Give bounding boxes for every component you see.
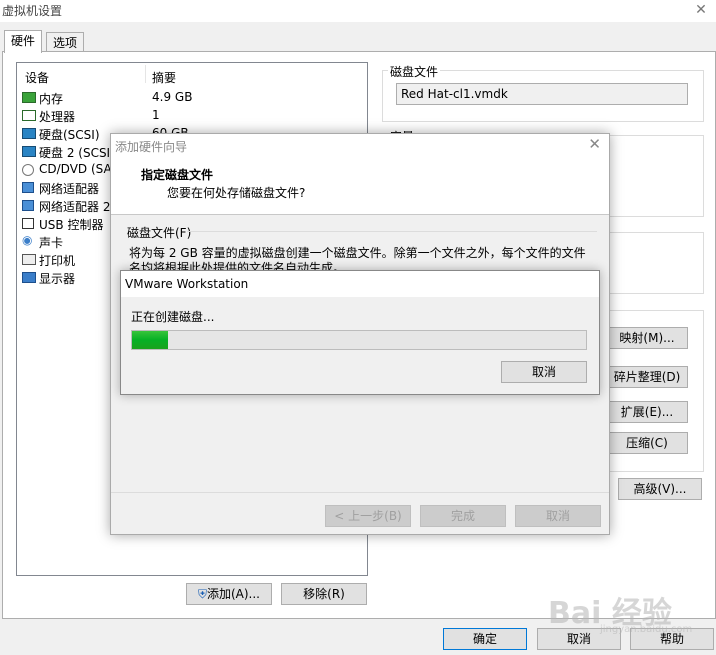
ok-button[interactable]: 确定	[443, 628, 527, 650]
network-adapter-icon	[22, 182, 34, 193]
wizard-close-icon[interactable]: ✕	[588, 135, 601, 153]
back-button[interactable]: < 上一步(B)	[325, 505, 411, 527]
window-title-bar: 虚拟机设置 ✕	[0, 0, 716, 22]
column-separator	[145, 65, 146, 83]
processor-icon	[22, 110, 36, 121]
progress-dialog: VMware Workstation 正在创建磁盘... 取消	[120, 270, 600, 395]
compact-button[interactable]: 压缩(C)	[606, 432, 688, 454]
progress-cancel-button[interactable]: 取消	[501, 361, 587, 383]
add-hardware-label: 添加(A)...	[206, 587, 261, 601]
remove-hardware-button[interactable]: 移除(R)	[281, 583, 367, 605]
device-name: 内存	[39, 92, 64, 106]
printer-icon	[22, 254, 36, 265]
memory-icon	[22, 92, 36, 103]
device-name: 硬盘(SCSI)	[39, 128, 100, 142]
wizard-heading: 指定磁盘文件	[141, 168, 214, 182]
tab-hardware[interactable]: 硬件	[4, 30, 43, 53]
disk-file-legend: 磁盘文件	[388, 63, 441, 80]
wizard-footer-divider	[111, 492, 609, 493]
device-name: USB 控制器	[39, 218, 104, 232]
monitor-icon	[22, 272, 36, 283]
wizard-header: 指定磁盘文件 您要在何处存储磁盘文件?	[111, 156, 609, 215]
device-name: 硬盘 2 (SCSI	[39, 146, 111, 160]
device-name: 网络适配器 2	[39, 200, 111, 214]
advanced-button[interactable]: 高级(V)...	[618, 478, 702, 500]
usb-icon	[22, 218, 34, 229]
disk-file-value: Red Hat-cl1.vmdk	[401, 87, 508, 101]
device-row-processor[interactable]: 处理器 1	[17, 107, 357, 125]
finish-button[interactable]: 完成	[420, 505, 506, 527]
tab-options[interactable]: 选项	[46, 32, 85, 53]
progress-message: 正在创建磁盘...	[131, 310, 215, 324]
window-title: 虚拟机设置	[2, 4, 63, 18]
hard-disk-icon	[22, 146, 36, 157]
shield-icon: ⛨	[197, 587, 207, 601]
progress-title-bar: VMware Workstation	[121, 271, 599, 297]
device-name: 显示器	[39, 272, 76, 286]
device-name: 网络适配器	[39, 182, 100, 196]
window-close-icon[interactable]: ✕	[690, 0, 712, 20]
watermark-url: jingyan.baidu.com	[600, 624, 693, 635]
add-hardware-button[interactable]: ⛨添加(A)...	[186, 583, 272, 605]
wizard-subheading: 您要在何处存储磁盘文件?	[167, 186, 306, 200]
device-name: 处理器	[39, 110, 76, 124]
device-name: CD/DVD (SAT	[39, 162, 119, 176]
disk-file-section-label: 磁盘文件(F)	[127, 226, 192, 240]
progress-bar-fill	[132, 331, 168, 349]
device-name: 声卡	[39, 236, 64, 250]
wizard-cancel-button[interactable]: 取消	[515, 505, 601, 527]
progress-title: VMware Workstation	[125, 277, 249, 291]
column-header-summary[interactable]: 摘要	[152, 69, 176, 86]
map-button[interactable]: 映射(M)...	[606, 327, 688, 349]
cd-icon	[22, 164, 34, 176]
defragment-button[interactable]: 碎片整理(D)	[606, 366, 688, 388]
device-summary: 1	[152, 108, 160, 122]
device-row-memory[interactable]: 内存 4.9 GB	[17, 89, 357, 107]
sound-icon: ◉	[22, 233, 36, 247]
wizard-title: 添加硬件向导	[115, 140, 188, 154]
device-summary: 4.9 GB	[152, 90, 193, 104]
device-name: 打印机	[39, 254, 76, 268]
disk-file-field[interactable]: Red Hat-cl1.vmdk	[396, 83, 688, 105]
column-header-device[interactable]: 设备	[25, 69, 49, 86]
network-adapter-icon	[22, 200, 34, 211]
expand-button[interactable]: 扩展(E)...	[606, 401, 688, 423]
wizard-title-bar: 添加硬件向导 ✕	[111, 134, 609, 156]
progress-bar	[131, 330, 587, 350]
section-divider	[187, 231, 597, 232]
hard-disk-icon	[22, 128, 36, 139]
